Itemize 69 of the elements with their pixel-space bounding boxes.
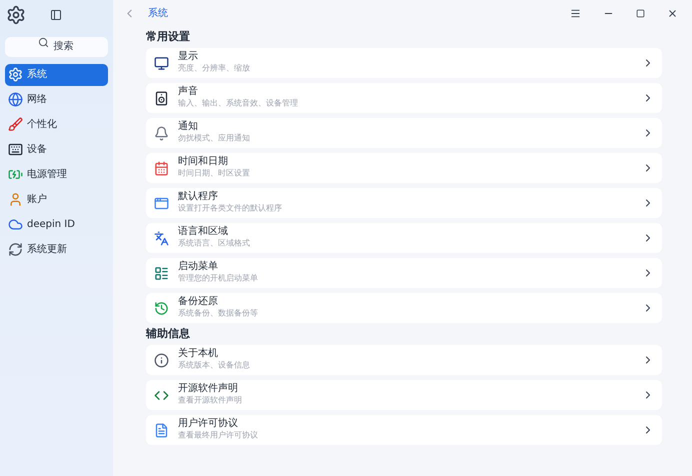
card-title: 默认程序	[178, 191, 219, 203]
user-icon	[8, 192, 23, 207]
card-title: 声音	[178, 86, 199, 98]
menu-icon[interactable]	[570, 8, 581, 18]
settings-card[interactable]: 时间和日期 时间日期、时区设置	[146, 153, 662, 183]
battery-icon	[8, 167, 23, 182]
card-subtitle: 管理您的开机启动菜单	[178, 274, 259, 284]
cloud-icon	[8, 217, 23, 232]
maximize-icon[interactable]	[636, 8, 645, 18]
brush-icon	[8, 117, 23, 132]
settings-card[interactable]: 用户许可协议 查看最终用户许可协议	[146, 415, 662, 445]
card-title: 时间和日期	[178, 156, 229, 168]
translate-icon	[154, 230, 169, 246]
card-subtitle: 输入、输出、系统音效、设备管理	[178, 99, 299, 109]
keyboard-icon	[8, 142, 23, 157]
sidebar-item[interactable]: 网络	[5, 88, 108, 110]
settings-card[interactable]: 备份还原 系统备份、数据备份等	[146, 293, 662, 323]
history-icon	[154, 300, 169, 316]
window-icon	[154, 196, 169, 210]
sidebar-item[interactable]: 设备	[5, 138, 108, 160]
breadcrumb: 系统	[148, 6, 168, 20]
settings-card[interactable]: 启动菜单 管理您的开机启动菜单	[146, 258, 662, 288]
card-subtitle: 时间日期、时区设置	[178, 169, 251, 179]
speaker-icon	[154, 90, 169, 106]
globe-icon	[8, 92, 23, 107]
sidebar-item[interactable]: 系统更新	[5, 238, 108, 260]
card-subtitle: 系统语言、区域格式	[178, 239, 251, 249]
card-title: 启动菜单	[178, 261, 219, 273]
card-title: 显示	[178, 51, 199, 63]
card-subtitle: 亮度、分辨率、缩放	[178, 64, 251, 74]
sidebar-item[interactable]: 系统	[5, 64, 108, 86]
sidebar-item[interactable]: 个性化	[5, 114, 108, 136]
sidebar-item[interactable]: 账户	[5, 188, 108, 210]
section-title: 常用设置	[146, 30, 191, 44]
sidebar-item[interactable]: deepin ID	[5, 214, 108, 236]
card-title: 语言和区域	[178, 226, 229, 238]
settings-card[interactable]: 关于本机 系统版本、设备信息	[146, 345, 662, 375]
settings-icon[interactable]	[6, 5, 26, 25]
card-title: 用户许可协议	[178, 418, 239, 430]
bell-icon	[154, 126, 169, 140]
section-title: 辅助信息	[146, 327, 191, 341]
refresh-icon	[8, 242, 23, 257]
menu-list-icon	[154, 266, 169, 280]
search-field[interactable]: 搜索	[5, 36, 108, 56]
sidebar-toggle-icon[interactable]	[50, 9, 62, 21]
sidebar-item[interactable]: 电源管理	[5, 164, 108, 186]
card-subtitle: 系统版本、设备信息	[178, 361, 251, 371]
settings-card[interactable]: 显示 亮度、分辨率、缩放	[146, 48, 662, 78]
close-icon[interactable]	[667, 8, 678, 18]
card-subtitle: 系统备份、数据备份等	[178, 309, 259, 319]
search-icon	[38, 36, 49, 48]
card-subtitle: 查看最终用户许可协议	[178, 431, 259, 441]
card-title: 关于本机	[178, 348, 219, 360]
document-icon	[154, 422, 169, 438]
card-title: 通知	[178, 121, 199, 133]
card-title: 开源软件声明	[178, 383, 239, 395]
settings-card[interactable]: 声音 输入、输出、系统音效、设备管理	[146, 83, 662, 113]
settings-card[interactable]: 通知 勿扰模式、应用通知	[146, 118, 662, 148]
settings-card[interactable]: 语言和区域 系统语言、区域格式	[146, 223, 662, 253]
gear-icon	[8, 67, 23, 82]
calendar-icon	[154, 160, 169, 176]
card-subtitle: 勿扰模式、应用通知	[178, 134, 251, 144]
card-subtitle: 设置打开各类文件的默认程序	[178, 204, 283, 214]
card-subtitle: 查看开源软件声明	[178, 396, 243, 406]
info-icon	[154, 352, 169, 368]
monitor-icon	[154, 56, 169, 70]
card-title: 备份还原	[178, 296, 219, 308]
settings-card[interactable]: 开源软件声明 查看开源软件声明	[146, 380, 662, 410]
settings-card[interactable]: 默认程序 设置打开各类文件的默认程序	[146, 188, 662, 218]
